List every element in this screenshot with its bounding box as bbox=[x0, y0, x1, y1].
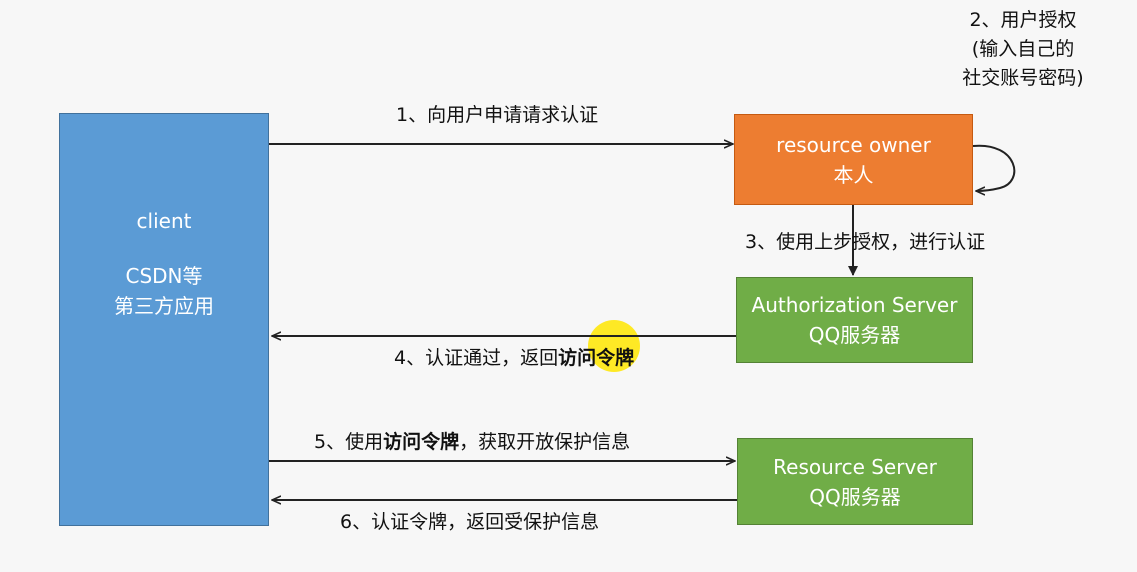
step4-prefix: 4、认证通过，返回 bbox=[394, 347, 559, 369]
step2-note: 2、用户授权 (输入自己的 社交账号密码) bbox=[938, 6, 1108, 93]
step1-label: 1、向用户申请请求认证 bbox=[396, 104, 599, 126]
step2-line3: 社交账号密码) bbox=[962, 67, 1084, 89]
resource-server-box: Resource Server QQ服务器 bbox=[737, 438, 973, 525]
client-title: client bbox=[136, 209, 192, 233]
resource-owner-subtitle: 本人 bbox=[833, 162, 874, 187]
step3-label: 3、使用上步授权，进行认证 bbox=[745, 231, 986, 253]
arrow-step2-loop bbox=[972, 144, 1016, 191]
step4-bold: 访问令牌 bbox=[558, 347, 635, 369]
client-box: client CSDN等 第三方应用 bbox=[59, 113, 269, 526]
authorization-server-box: Authorization Server QQ服务器 bbox=[736, 277, 973, 363]
step2-line2: (输入自己的 bbox=[971, 38, 1075, 60]
step6-label: 6、认证令牌，返回受保护信息 bbox=[340, 511, 600, 533]
diagram-canvas: client CSDN等 第三方应用 resource owner 本人 Aut… bbox=[0, 0, 1137, 572]
step5-bold: 访问令牌 bbox=[383, 431, 460, 453]
step5-suffix: ，获取开放保护信息 bbox=[459, 431, 631, 453]
client-subtitle-1: CSDN等 bbox=[125, 264, 203, 288]
step2-line1: 2、用户授权 bbox=[969, 9, 1077, 31]
client-subtitle-2: 第三方应用 bbox=[114, 294, 214, 318]
authorization-server-subtitle: QQ服务器 bbox=[808, 323, 901, 347]
step5-label: 5、使用访问令牌，获取开放保护信息 bbox=[314, 430, 630, 454]
resource-owner-box: resource owner 本人 bbox=[734, 114, 973, 205]
step4-label: 4、认证通过，返回访问令牌 bbox=[394, 346, 634, 370]
resource-owner-title: resource owner bbox=[776, 132, 931, 157]
resource-server-subtitle: QQ服务器 bbox=[809, 484, 901, 509]
step5-prefix: 5、使用 bbox=[314, 431, 384, 453]
authorization-server-title: Authorization Server bbox=[751, 293, 958, 317]
resource-server-title: Resource Server bbox=[773, 454, 937, 479]
